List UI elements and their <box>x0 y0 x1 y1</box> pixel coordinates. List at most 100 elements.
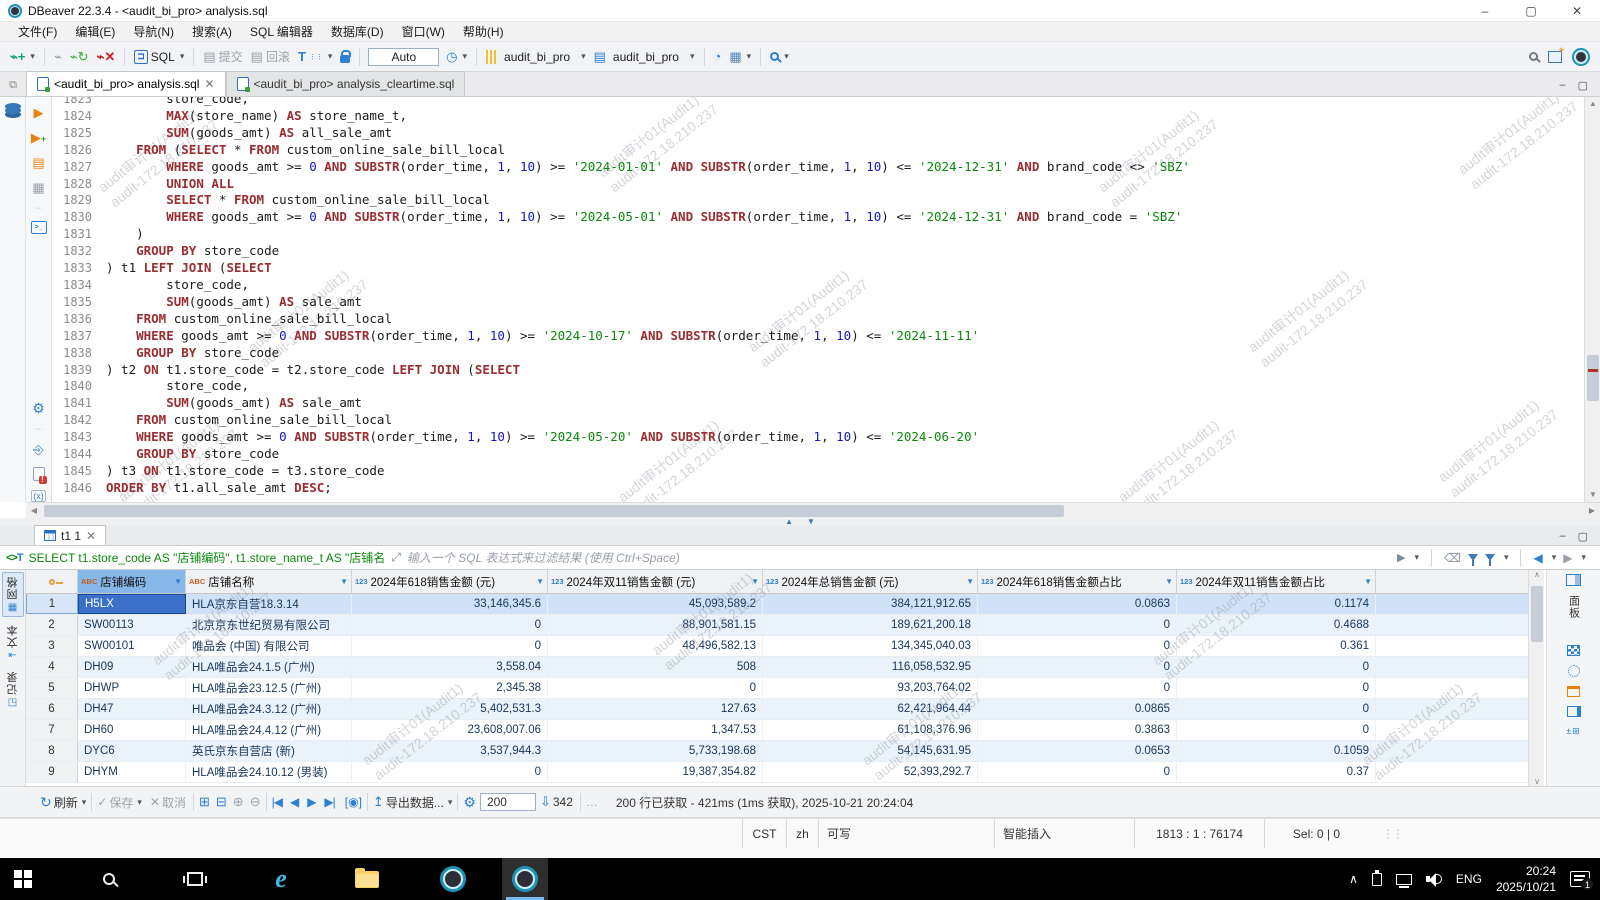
table-cell[interactable]: 127.63 <box>548 699 763 719</box>
table-cell[interactable]: 0 <box>978 657 1177 677</box>
table-cell[interactable]: 0.3863 <box>978 720 1177 740</box>
table-cell[interactable]: 33,146,345.6 <box>352 594 548 614</box>
settings-gear-icon[interactable]: ⚙ <box>32 400 45 417</box>
grid-column-header[interactable]: 1232024年双11销售金额 (元)▼ <box>548 570 763 593</box>
result-view-tab-3[interactable]: 记录◳ <box>3 668 23 711</box>
action-center-icon[interactable]: 1 <box>1570 871 1590 887</box>
table-cell[interactable]: 61,108,376.96 <box>763 720 978 740</box>
table-cell[interactable]: HLA唯品会24.10.12 (男装) <box>186 762 352 782</box>
refresh-label[interactable]: 刷新 <box>54 794 78 811</box>
column-filter-icon[interactable]: ▼ <box>1165 577 1173 586</box>
edit-copy-icon[interactable]: ⊟ <box>216 794 227 810</box>
table-cell[interactable]: 93,203,764.02 <box>763 678 978 698</box>
table-cell[interactable]: 88,901,581.15 <box>548 615 763 635</box>
tab-analysis-cleartime-sql[interactable]: <audit_bi_pro> analysis_cleartime.sql <box>226 71 466 96</box>
table-row[interactable]: 7DH60HLA唯品会24.4.12 (广州)23,608,007.061,34… <box>26 720 1528 741</box>
start-button[interactable] <box>0 858 46 900</box>
table-cell[interactable]: 54,145,631.95 <box>763 741 978 761</box>
row-number[interactable]: 8 <box>26 741 78 761</box>
schema-selector[interactable]: ▤audit_bi_pro▾ <box>590 47 699 67</box>
row-number[interactable]: 3 <box>26 636 78 656</box>
nav-prev-icon[interactable]: ◀ <box>290 795 299 809</box>
table-cell[interactable]: HLA唯品会24.3.12 (广州) <box>186 699 352 719</box>
table-cell[interactable]: 0 <box>352 636 548 656</box>
expand-filter-icon[interactable]: ⤢ <box>391 550 401 565</box>
menu-item[interactable]: 搜索(A) <box>184 21 240 42</box>
export-result-icon[interactable]: ⎆ <box>33 442 43 458</box>
minimize-editor-icon[interactable]: – <box>1559 79 1565 92</box>
usb-tray-icon[interactable] <box>1372 873 1382 886</box>
apply-filter-icon[interactable]: ▶ <box>1397 551 1405 564</box>
database-navigator-icon[interactable] <box>5 103 21 110</box>
menu-item[interactable]: 编辑(E) <box>67 21 123 42</box>
perspective-icon[interactable] <box>1548 51 1562 63</box>
tab-analysis-sql[interactable]: <audit_bi_pro> analysis.sql ✕ <box>26 71 226 96</box>
table-row[interactable]: 5DHWPHLA唯品会23.12.5 (广州)2,345.38093,203,7… <box>26 678 1528 699</box>
goto-row-icon[interactable]: [◉] <box>345 795 362 809</box>
grid-column-header[interactable]: 1232024年双11销售金额占比▼ <box>1177 570 1376 593</box>
table-cell[interactable]: 0 <box>978 636 1177 656</box>
table-cell[interactable]: HLA唯品会23.12.5 (广州) <box>186 678 352 698</box>
collapse-up-icon[interactable]: ▲ <box>785 518 793 526</box>
nav-next-icon[interactable]: ▶ <box>307 795 316 809</box>
table-cell[interactable]: 5,733,198.68 <box>548 741 763 761</box>
table-cell[interactable]: 384,121,912.65 <box>763 594 978 614</box>
editor-results-splitter[interactable]: ▲ ▼ <box>0 518 1600 526</box>
transaction-mode-select[interactable]: Auto <box>368 48 439 66</box>
input-language-indicator[interactable]: ENG <box>1456 872 1482 886</box>
result-settings-gear-icon[interactable]: ⚙ <box>463 794 476 811</box>
row-number[interactable]: 4 <box>26 657 78 677</box>
tab-close-icon[interactable]: ✕ <box>204 77 214 91</box>
table-cell[interactable]: 0 <box>548 678 763 698</box>
internet-explorer-icon[interactable]: e <box>258 858 304 900</box>
menu-item[interactable]: 文件(F) <box>10 21 65 42</box>
row-number-header[interactable] <box>26 570 78 593</box>
table-cell[interactable]: 189,621,200.18 <box>763 615 978 635</box>
connect-icon[interactable]: ⌁ <box>50 47 66 67</box>
table-cell[interactable]: 5,402,531.3 <box>352 699 548 719</box>
menu-item[interactable]: 数据库(D) <box>323 21 392 42</box>
column-filter-icon[interactable]: ▼ <box>966 577 974 586</box>
table-cell[interactable]: 508 <box>548 657 763 677</box>
dbeaver-active-taskbar-icon[interactable] <box>502 858 548 900</box>
table-cell[interactable]: 0 <box>978 762 1177 782</box>
table-cell[interactable]: 23,608,007.06 <box>352 720 548 740</box>
parameters-icon[interactable]: (x) <box>31 490 46 502</box>
table-cell[interactable]: 52,393,292.7 <box>763 762 978 782</box>
transaction-log-icon[interactable]: T⋮⋮▾ <box>294 47 336 66</box>
scrollbar-thumb[interactable] <box>1531 586 1543 642</box>
table-row[interactable]: 9DHYMHLA唯品会24.10.12 (男装)019,387,354.8252… <box>26 762 1528 783</box>
table-cell[interactable]: SW00101 <box>78 636 186 656</box>
column-filter-icon[interactable]: ▼ <box>1364 577 1372 586</box>
table-cell[interactable]: 0.0863 <box>978 594 1177 614</box>
table-cell[interactable]: SW00113 <box>78 615 186 635</box>
minimize-results-icon[interactable]: – <box>1559 530 1565 543</box>
row-number[interactable]: 5 <box>26 678 78 698</box>
table-cell[interactable]: H5LX <box>78 594 186 614</box>
filter-settings-icon[interactable] <box>1468 554 1478 561</box>
rollback-button[interactable]: ▤回滚 <box>247 46 294 67</box>
fetch-all-icon[interactable]: ⇩ <box>540 794 551 810</box>
dashboard-icon[interactable]: ◔ <box>710 48 726 65</box>
history-back-icon[interactable]: ◀ <box>1533 551 1542 565</box>
refresh-icon[interactable]: ↻ <box>40 794 52 811</box>
editor-horizontal-scrollbar[interactable]: ◀ ▶ <box>26 502 1600 518</box>
grid-column-header[interactable]: 1232024年618销售金额 (元)▼ <box>352 570 548 593</box>
history-icon[interactable]: ◷▾ <box>442 48 471 65</box>
table-cell[interactable]: 唯品会 (中国) 有限公司 <box>186 636 352 656</box>
editor-vertical-scrollbar[interactable]: ▲ ▼ <box>1584 97 1600 502</box>
task-view-icon[interactable] <box>172 858 218 900</box>
table-cell[interactable]: 0 <box>352 762 548 782</box>
filter-expression-text[interactable]: SELECT t1.store_code AS "店铺编码", t1.store… <box>29 549 386 566</box>
maximize-results-icon[interactable]: ▢ <box>1578 530 1588 543</box>
taskbar-search-icon[interactable] <box>86 858 132 900</box>
window-close-button[interactable]: ✕ <box>1554 0 1600 22</box>
table-cell[interactable]: DYC6 <box>78 741 186 761</box>
window-maximize-button[interactable]: ▢ <box>1508 0 1554 22</box>
table-cell[interactable]: 0.4688 <box>1177 615 1376 635</box>
result-tab-close-icon[interactable]: ✕ <box>86 529 96 543</box>
lock-icon[interactable] <box>336 49 354 65</box>
commit-button[interactable]: ▤提交 <box>199 46 246 67</box>
maximize-editor-icon[interactable]: ▢ <box>1578 79 1588 92</box>
menu-item[interactable]: 窗口(W) <box>394 21 453 42</box>
